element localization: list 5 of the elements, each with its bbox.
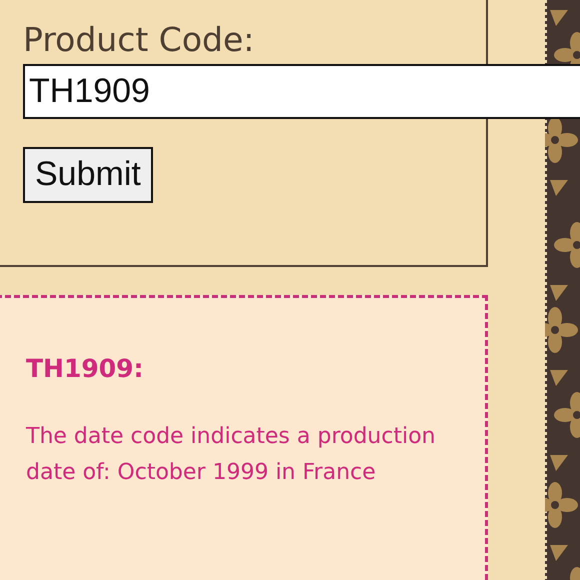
result-title: TH1909: [26,354,145,383]
submit-button[interactable]: Submit [23,146,153,203]
field-label: Product Code: [23,20,254,60]
input-field[interactable]: TH1909 [23,64,580,119]
result-text: The date code indicates a production date of: October 1999 in France [26,423,436,487]
